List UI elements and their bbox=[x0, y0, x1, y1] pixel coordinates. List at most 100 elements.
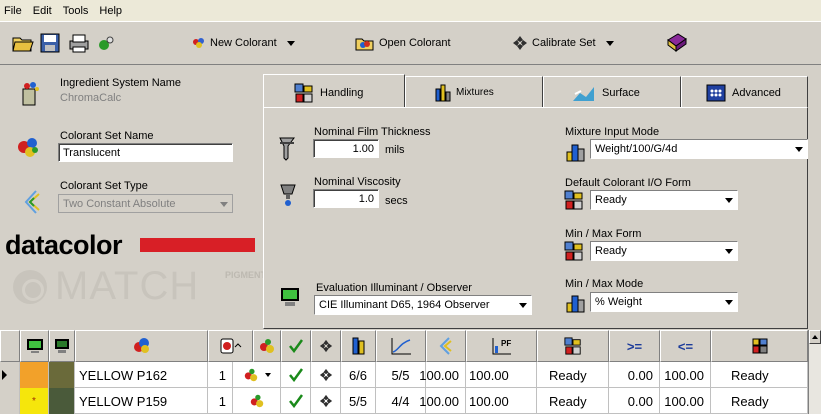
colorant-type-icon bbox=[24, 190, 40, 214]
chevron-down-icon[interactable] bbox=[725, 249, 733, 254]
colors-icon bbox=[99, 36, 114, 50]
tab-surface[interactable]: Surface bbox=[543, 76, 681, 108]
calibrate-set-button[interactable]: Calibrate Set bbox=[512, 31, 614, 55]
grid-header-name[interactable] bbox=[75, 330, 208, 362]
default-io-value: Ready bbox=[595, 194, 627, 206]
chevron-down-icon[interactable] bbox=[264, 373, 271, 377]
grid-corner bbox=[0, 330, 20, 362]
surface-icon bbox=[573, 86, 594, 101]
grid-header-colorant[interactable] bbox=[253, 330, 281, 362]
grid-header-monitor[interactable] bbox=[20, 330, 49, 362]
grid-header-swatch[interactable] bbox=[208, 330, 253, 362]
grid-header-form[interactable] bbox=[711, 330, 808, 362]
colorant-set-type-value: Two Constant Absolute bbox=[63, 198, 176, 210]
grid-header-min[interactable]: >= bbox=[609, 330, 660, 362]
datacolor-logo: datacolor bbox=[5, 230, 123, 260]
menu-tools[interactable]: Tools bbox=[63, 5, 89, 17]
tab-surface-label: Surface bbox=[602, 86, 640, 99]
chevron-down-icon[interactable] bbox=[725, 300, 733, 305]
colors-button[interactable] bbox=[97, 31, 117, 55]
table-row[interactable]: YELLOW P162 1 6/6 5/5 100.00 100.00 Read… bbox=[0, 362, 808, 388]
calibrate-icon bbox=[319, 368, 332, 382]
grid-header-handling[interactable] bbox=[537, 330, 609, 362]
ingredient-system-icon bbox=[22, 82, 39, 106]
form-icon bbox=[752, 338, 767, 354]
mixture-input-select[interactable]: Weight/100/G/4d bbox=[590, 139, 808, 159]
chevron-down-icon[interactable] bbox=[605, 40, 614, 46]
grid-header-stack[interactable] bbox=[341, 330, 376, 362]
save-button[interactable] bbox=[40, 31, 60, 55]
grid-header-calibrate[interactable] bbox=[311, 330, 341, 362]
menu-help[interactable]: Help bbox=[99, 5, 122, 17]
save-icon bbox=[40, 33, 60, 53]
open-colorant-button[interactable]: Open Colorant bbox=[355, 31, 451, 55]
monitor-dark-icon bbox=[55, 339, 69, 353]
colorant-name[interactable]: YELLOW P159 bbox=[75, 388, 208, 414]
mixture-input-icon bbox=[566, 144, 585, 162]
grid-header-monitor-dark[interactable] bbox=[49, 330, 75, 362]
grid-header-curve[interactable] bbox=[376, 330, 426, 362]
match-logo: MATCH bbox=[55, 264, 200, 308]
grid-scrollbar[interactable] bbox=[808, 330, 821, 414]
illuminant-select[interactable]: CIE Illuminant D65, 1964 Observer bbox=[314, 295, 532, 315]
tab-handling[interactable]: Handling bbox=[263, 74, 405, 110]
row-indicator bbox=[0, 388, 20, 414]
calibrate-cell[interactable] bbox=[311, 362, 341, 388]
grid-header-max[interactable]: <= bbox=[660, 330, 711, 362]
check-cell[interactable] bbox=[281, 362, 311, 388]
grid-header-check[interactable] bbox=[281, 330, 311, 362]
grid-header-pf[interactable]: PF bbox=[466, 330, 537, 362]
menu-file[interactable]: File bbox=[4, 5, 22, 17]
minmax-form-select[interactable]: Ready bbox=[590, 241, 738, 261]
check-icon bbox=[288, 368, 303, 382]
table-row[interactable]: * YELLOW P159 1 5/5 4/4 100.00 100.00 Re… bbox=[0, 388, 808, 414]
colorant-icon bbox=[250, 394, 263, 408]
form-value: Ready bbox=[537, 388, 609, 414]
grid-header-brush[interactable] bbox=[426, 330, 466, 362]
chevron-down-icon[interactable] bbox=[519, 303, 527, 308]
chevron-down-icon[interactable] bbox=[725, 198, 733, 203]
colorant-set-name-field[interactable]: Translucent bbox=[58, 143, 233, 162]
value-1: 100.00 bbox=[419, 388, 466, 414]
colorant-name[interactable]: YELLOW P162 bbox=[75, 362, 208, 388]
print-button[interactable] bbox=[68, 31, 90, 55]
film-thickness-field[interactable]: 1.00 bbox=[313, 139, 379, 158]
datacolor-logo-bar bbox=[140, 238, 255, 252]
new-colorant-button[interactable]: New Colorant bbox=[192, 31, 295, 55]
tab-mixtures[interactable]: Mixtures bbox=[405, 76, 543, 108]
tab-mixtures-label: Mixtures bbox=[456, 87, 494, 98]
colorant-icon-cell[interactable] bbox=[233, 362, 281, 388]
pigment-logo: PIGMENT bbox=[225, 270, 267, 280]
mixture-input-value: Weight/100/G/4d bbox=[595, 143, 678, 155]
pf-icon: PF bbox=[492, 338, 511, 355]
form2-value: Ready bbox=[711, 362, 808, 388]
menu-edit[interactable]: Edit bbox=[33, 5, 52, 17]
left-panel: Ingredient System Name ChromaCalc Colora… bbox=[0, 66, 266, 330]
chevron-down-icon bbox=[220, 201, 228, 207]
illuminant-value: CIE Illuminant D65, 1964 Observer bbox=[319, 299, 490, 311]
max-value: 100.00 bbox=[660, 362, 711, 388]
calibrate-cell[interactable] bbox=[311, 388, 341, 414]
right-edge bbox=[808, 66, 821, 330]
default-io-select[interactable]: Ready bbox=[590, 190, 738, 210]
tab-handling-label: Handling bbox=[320, 86, 364, 99]
value-1: 100.00 bbox=[419, 362, 466, 388]
check-icon bbox=[289, 339, 303, 353]
fraction-1: 5/5 bbox=[341, 388, 376, 414]
tab-advanced[interactable]: Advanced bbox=[681, 76, 808, 108]
open-folder-button[interactable] bbox=[12, 31, 34, 55]
tab-advanced-label: Advanced bbox=[732, 86, 781, 99]
help-book-button[interactable] bbox=[664, 31, 688, 55]
scroll-up-button[interactable] bbox=[809, 330, 821, 344]
chevron-down-icon[interactable] bbox=[286, 40, 295, 46]
new-colorant-icon bbox=[193, 38, 204, 48]
chevron-down-icon[interactable] bbox=[795, 147, 803, 152]
check-cell[interactable] bbox=[281, 388, 311, 414]
viscosity-field[interactable]: 1.0 bbox=[313, 189, 379, 208]
viscosity-label: Nominal Viscosity bbox=[314, 176, 401, 188]
minmax-mode-select[interactable]: % Weight bbox=[590, 292, 738, 312]
colorant-icon-cell[interactable] bbox=[233, 388, 281, 414]
color-swatch-dark bbox=[49, 388, 75, 414]
ingredient-system-value: ChromaCalc bbox=[60, 92, 122, 104]
illuminant-label: Evaluation Illuminant / Observer bbox=[316, 282, 472, 294]
